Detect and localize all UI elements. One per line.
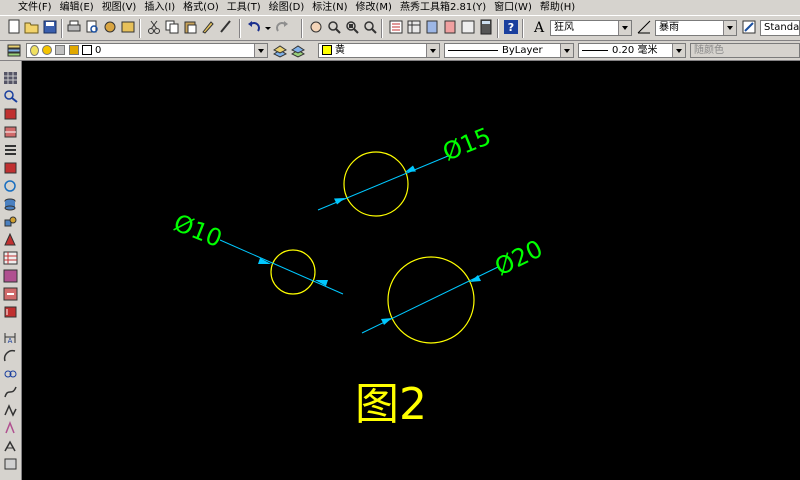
dimension-tool-icon[interactable]: A <box>3 331 18 345</box>
sheet-set-icon[interactable] <box>442 19 459 36</box>
figure-caption: 图2 <box>355 379 427 430</box>
print-preview-icon[interactable] <box>84 19 101 36</box>
menu-bar: 文件(F) 编辑(E) 视图(V) 插入(I) 格式(O) 工具(T) 绘图(D… <box>0 0 800 15</box>
menu-edit[interactable]: 编辑(E) <box>56 0 98 15</box>
pan-icon[interactable] <box>308 19 325 36</box>
menu-view[interactable]: 视图(V) <box>98 0 141 15</box>
markup-icon[interactable] <box>460 19 477 36</box>
dimension-text-d15: Ø15 <box>439 122 495 166</box>
table-style-select[interactable]: Standard <box>760 20 800 36</box>
dim-style-icon[interactable] <box>636 19 653 36</box>
region-tool-icon[interactable] <box>3 125 18 139</box>
new-file-icon[interactable] <box>6 19 23 36</box>
layer-on-icon <box>30 44 39 56</box>
menu-modify[interactable]: 修改(M) <box>352 0 396 15</box>
layer-viewport-icon <box>55 45 66 55</box>
print-icon[interactable] <box>66 19 83 36</box>
mtext-tool-icon[interactable] <box>3 269 18 283</box>
help-icon[interactable]: ? <box>503 19 520 36</box>
menu-draw[interactable]: 绘图(D) <box>265 0 309 15</box>
layer-manager-icon[interactable] <box>6 42 23 59</box>
menu-file[interactable]: 文件(F) <box>14 0 56 15</box>
zoom-previous-icon[interactable] <box>362 19 379 36</box>
cylinder-tool-icon[interactable] <box>3 197 18 211</box>
match-properties-icon[interactable] <box>200 19 217 36</box>
dimension-d20[interactable] <box>361 266 499 334</box>
menu-insert[interactable]: 插入(I) <box>140 0 179 15</box>
svg-text:A: A <box>8 337 13 345</box>
cut-icon[interactable] <box>146 19 163 36</box>
open-file-icon[interactable] <box>24 19 41 36</box>
draw-toolbar: A <box>0 61 22 480</box>
point-tool-icon[interactable] <box>3 420 18 435</box>
calculator-icon[interactable] <box>478 19 495 36</box>
lineweight-sample <box>582 49 608 51</box>
menu-dimension[interactable]: 标注(N) <box>308 0 351 15</box>
linetype-select[interactable]: ByLayer <box>444 43 574 58</box>
copy-icon[interactable] <box>164 19 181 36</box>
dim-style-select[interactable]: 暴雨 <box>655 20 737 36</box>
layer-color-swatch <box>81 45 92 55</box>
lineweight-select[interactable]: 0.20 毫米 <box>578 43 686 58</box>
rectangle-tool-icon[interactable] <box>3 107 18 121</box>
design-center-icon[interactable] <box>406 19 423 36</box>
dimension-d10[interactable] <box>219 239 344 295</box>
menu-format[interactable]: 格式(O) <box>179 0 223 15</box>
menu-help[interactable]: 帮助(H) <box>536 0 579 15</box>
text-style-icon[interactable]: A <box>531 19 548 36</box>
publish-icon[interactable] <box>102 19 119 36</box>
polyline-tool-icon[interactable] <box>3 403 18 417</box>
circle-d15[interactable] <box>343 151 409 217</box>
ellipse-tool-icon[interactable] <box>3 367 18 381</box>
menu-tools[interactable]: 工具(T) <box>223 0 265 15</box>
arc-tool-icon[interactable] <box>3 349 18 363</box>
properties-icon[interactable] <box>388 19 405 36</box>
dimension-text-d10: Ø10 <box>170 209 226 253</box>
table-style-icon[interactable] <box>741 19 758 36</box>
table-tool-icon[interactable] <box>3 251 18 265</box>
paste-icon[interactable] <box>182 19 199 36</box>
dimension-d15[interactable] <box>317 155 449 211</box>
spline-tool-icon[interactable] <box>3 385 18 399</box>
list-tool-icon[interactable] <box>3 143 18 157</box>
dimension-text-d20: Ø20 <box>490 235 547 282</box>
undo-dropdown-icon[interactable] <box>264 19 272 36</box>
text-style-select[interactable]: 狂风 <box>550 20 632 36</box>
svg-text:A: A <box>533 20 545 35</box>
revcloud-tool-icon[interactable] <box>3 439 18 453</box>
hatch-tool-icon[interactable] <box>3 161 18 175</box>
linetype-sample <box>448 49 498 51</box>
undo-icon[interactable] <box>246 19 263 36</box>
save-icon[interactable] <box>42 19 59 36</box>
svg-text:?: ? <box>508 21 514 34</box>
layer-freeze-icon <box>42 45 53 55</box>
zoom-realtime-icon[interactable] <box>326 19 343 36</box>
make-object-layer-current-icon[interactable] <box>272 42 289 59</box>
plot-style-select[interactable]: 随颜色 <box>690 43 800 58</box>
block-editor-icon[interactable] <box>218 19 235 36</box>
layer-lock-icon <box>68 45 79 55</box>
menu-yanxiu-toolbox[interactable]: 燕秀工具箱2.81(Y) <box>396 0 490 15</box>
line-tool-icon[interactable] <box>3 71 18 85</box>
menu-window[interactable]: 窗口(W) <box>490 0 536 15</box>
gradient-tool-icon[interactable] <box>3 305 18 319</box>
color-swatch <box>322 45 332 55</box>
layers-properties-toolbar: 0 黄 ByLayer 0.20 毫米 随颜色 <box>0 41 800 61</box>
tool-palettes-icon[interactable] <box>424 19 441 36</box>
etransmit-icon[interactable] <box>120 19 137 36</box>
standard-toolbar: ? A 狂风 暴雨 Standard <box>0 15 800 41</box>
redo-icon[interactable] <box>274 19 291 36</box>
layer-name: 0 <box>94 45 102 56</box>
insert-tool-icon[interactable] <box>3 287 18 301</box>
color-select[interactable]: 黄 <box>318 43 440 58</box>
cone-tool-icon[interactable] <box>3 232 18 247</box>
zoom-window-icon[interactable] <box>344 19 361 36</box>
wipeout-tool-icon[interactable] <box>3 457 18 471</box>
circle-tool-icon[interactable] <box>3 179 18 193</box>
zoom-tool-icon[interactable] <box>3 89 18 103</box>
block-tool-icon[interactable] <box>3 215 18 229</box>
layer-select[interactable]: 0 <box>26 43 268 58</box>
layer-previous-icon[interactable] <box>290 42 307 59</box>
